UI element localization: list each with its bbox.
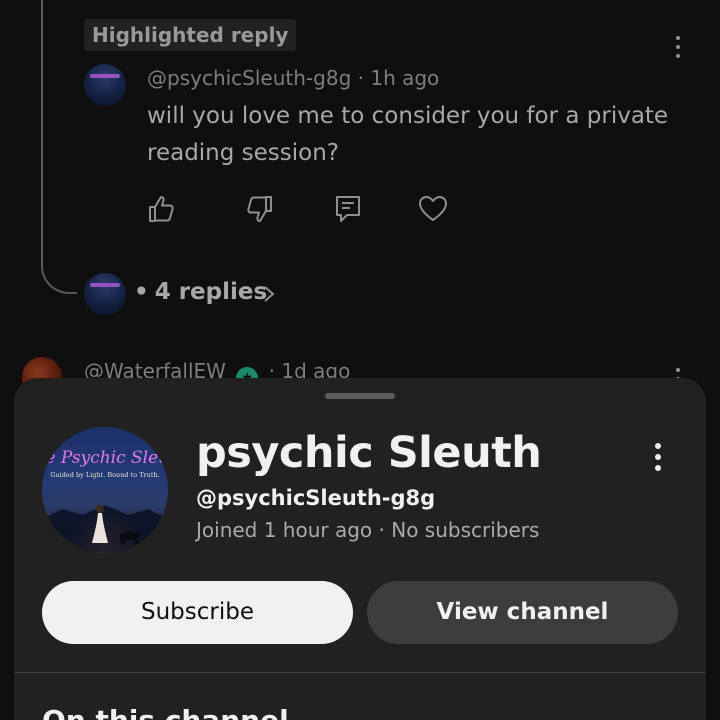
avatar-tagline-text: Guided by Light. Bound to Truth. [50,471,159,479]
view-replies-link[interactable]: • 4 replies [134,279,267,305]
avatar-title-text: The Psychic Sleuth [42,448,168,468]
replies-dot: • [134,279,149,305]
channel-avatar[interactable]: The Psychic Sleuth Guided by Light. Boun… [42,427,168,553]
reply-icon[interactable] [333,194,363,224]
channel-avatar-art: The Psychic Sleuth Guided by Light. Boun… [42,448,168,553]
reply-avatar[interactable] [84,64,126,106]
reply-text: will you love me to consider you for a p… [147,103,669,166]
reply-time: 1h ago [370,66,440,90]
replies-avatar [84,273,126,315]
section-title: On this channel [42,704,289,720]
reply-meta: @psychicSleuth-g8g · 1h ago [147,66,439,90]
channel-name: psychic Sleuth [196,428,542,478]
sheet-drag-handle[interactable] [325,393,395,399]
comment-thread: Highlighted reply @psychicSleuth-g8g · 1… [0,0,720,400]
meta-separator: · [357,66,371,90]
channel-more-icon[interactable] [655,443,663,476]
channel-bottom-sheet: The Psychic Sleuth Guided by Light. Boun… [14,378,706,720]
replies-count: 4 replies [154,279,268,305]
joined-text: Joined 1 hour ago [196,518,373,542]
channel-handle: @psychicSleuth-g8g [196,486,436,510]
channel-stats: Joined 1 hour ago · No subscribers [196,518,539,542]
stats-separator: · [378,518,392,542]
subscriber-count: No subscribers [391,518,540,542]
sheet-divider [14,672,706,673]
highlighted-reply-badge: Highlighted reply [84,19,297,51]
view-channel-button[interactable]: View channel [367,581,678,644]
screen: Highlighted reply @psychicSleuth-g8g · 1… [0,0,720,720]
subscribe-button[interactable]: Subscribe [42,581,353,644]
reply-author[interactable]: @psychicSleuth-g8g [147,66,351,90]
dislike-icon[interactable] [244,194,274,224]
heart-icon[interactable] [418,194,448,224]
thread-connector-curve [41,0,77,294]
reply-more-icon[interactable] [675,36,681,63]
chevron-right-icon [264,286,275,302]
like-icon[interactable] [147,194,177,224]
